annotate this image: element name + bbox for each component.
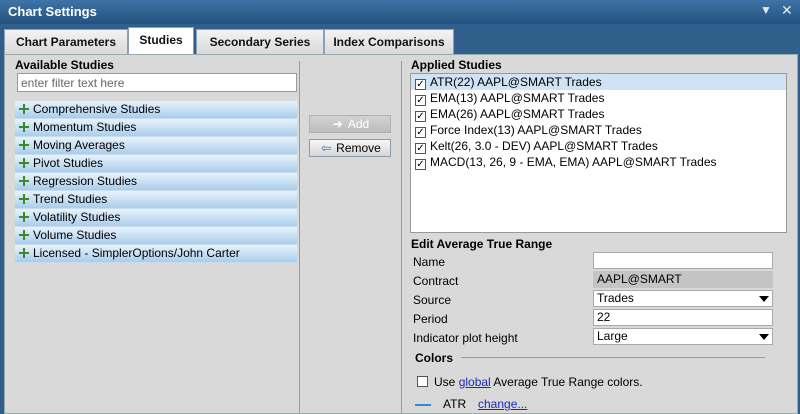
tab-strip: Chart Parameters Studies Secondary Serie… — [0, 24, 800, 54]
available-studies-list: Comprehensive Studies Momentum Studies M… — [15, 101, 297, 263]
remove-button-label: Remove — [336, 141, 381, 155]
applied-item-label: EMA(26) AAPL@SMART Trades — [430, 107, 605, 121]
list-item-moving-averages[interactable]: Moving Averages — [15, 137, 297, 155]
checkbox[interactable]: ✓ — [415, 111, 426, 122]
window-title: Chart Settings — [8, 4, 97, 19]
chevron-down-icon[interactable] — [759, 296, 769, 302]
arrow-left-icon: ⇦ — [321, 141, 332, 155]
expand-plus-icon[interactable] — [19, 122, 29, 132]
source-select[interactable]: Trades — [593, 290, 773, 307]
contract-label: Contract — [413, 274, 459, 288]
chevron-down-icon[interactable]: ▼ — [760, 3, 772, 17]
use-global-suffix: Average True Range colors. — [490, 375, 643, 389]
atr-series-label: ATR — [443, 397, 467, 411]
available-studies-title: Available Studies — [15, 58, 114, 72]
contract-field: AAPL@SMART — [593, 271, 773, 288]
applied-item-label: MACD(13, 26, 9 - EMA, EMA) AAPL@SMART Tr… — [430, 155, 717, 169]
period-field[interactable]: 22 — [593, 309, 773, 326]
expand-plus-icon[interactable] — [19, 212, 29, 222]
applied-item-label: Force Index(13) AAPL@SMART Trades — [430, 123, 642, 137]
list-item-label: Volume Studies — [33, 228, 117, 242]
applied-item[interactable]: ✓ Force Index(13) AAPL@SMART Trades — [411, 122, 786, 138]
tab-studies[interactable]: Studies — [128, 27, 194, 54]
close-icon[interactable]: ✕ — [781, 2, 793, 19]
list-item-label: Comprehensive Studies — [33, 102, 161, 116]
use-global-colors-row: Use global Average True Range colors. — [417, 375, 643, 389]
remove-button[interactable]: ⇦ Remove — [309, 139, 391, 157]
edit-section-title: Edit Average True Range — [411, 237, 553, 251]
divider — [401, 61, 402, 413]
add-button[interactable]: ➜ Add — [309, 115, 391, 133]
applied-item[interactable]: ✓ MACD(13, 26, 9 - EMA, EMA) AAPL@SMART T… — [411, 154, 786, 170]
list-item-label: Pivot Studies — [33, 156, 104, 170]
expand-plus-icon[interactable] — [19, 248, 29, 258]
checkbox[interactable]: ✓ — [415, 143, 426, 154]
tab-index-comparisons[interactable]: Index Comparisons — [324, 29, 454, 54]
checkbox[interactable]: ✓ — [415, 95, 426, 106]
chevron-down-icon[interactable] — [759, 334, 769, 340]
plot-height-select[interactable]: Large — [593, 328, 773, 345]
list-item-label: Momentum Studies — [33, 120, 137, 134]
list-item-trend-studies[interactable]: Trend Studies — [15, 191, 297, 209]
change-color-link[interactable]: change... — [478, 397, 527, 411]
applied-item-label: ATR(22) AAPL@SMART Trades — [430, 75, 602, 89]
expand-plus-icon[interactable] — [19, 176, 29, 186]
source-label: Source — [413, 293, 452, 307]
divider — [299, 61, 300, 413]
name-label: Name — [413, 255, 446, 269]
name-field[interactable] — [593, 252, 773, 269]
title-bar: Chart Settings ▼ ✕ — [0, 0, 800, 24]
list-item-label: Regression Studies — [33, 174, 138, 188]
use-global-checkbox[interactable] — [417, 376, 428, 387]
plot-height-value: Large — [597, 329, 628, 343]
list-item-volume-studies[interactable]: Volume Studies — [15, 227, 297, 245]
list-item-label: Licensed - SimplerOptions/John Carter — [33, 246, 240, 260]
filter-input[interactable] — [17, 73, 297, 92]
list-item-volatility-studies[interactable]: Volatility Studies — [15, 209, 297, 227]
expand-plus-icon[interactable] — [19, 230, 29, 240]
list-item-label: Moving Averages — [33, 138, 125, 152]
applied-studies-list: ✓ ATR(22) AAPL@SMART Trades ✓ EMA(13) AAPL… — [410, 73, 787, 233]
expand-plus-icon[interactable] — [19, 140, 29, 150]
list-item-comprehensive-studies[interactable]: Comprehensive Studies — [15, 101, 297, 119]
tab-secondary-series[interactable]: Secondary Series — [196, 29, 324, 54]
checkbox[interactable]: ✓ — [415, 79, 426, 90]
applied-item[interactable]: ✓ Kelt(26, 3.0 - DEV) AAPL@SMART Trades — [411, 138, 786, 154]
list-item-pivot-studies[interactable]: Pivot Studies — [15, 155, 297, 173]
checkbox[interactable]: ✓ — [415, 159, 426, 170]
plot-height-label: Indicator plot height — [413, 331, 518, 345]
expand-plus-icon[interactable] — [19, 194, 29, 204]
colors-title: Colors — [415, 351, 454, 365]
tab-chart-parameters[interactable]: Chart Parameters — [4, 29, 128, 54]
expand-plus-icon[interactable] — [19, 104, 29, 114]
applied-item[interactable]: ✓ EMA(26) AAPL@SMART Trades — [411, 106, 786, 122]
applied-item[interactable]: ✓ ATR(22) AAPL@SMART Trades — [411, 74, 786, 90]
expand-plus-icon[interactable] — [19, 158, 29, 168]
list-item-label: Volatility Studies — [33, 210, 121, 224]
applied-item-label: Kelt(26, 3.0 - DEV) AAPL@SMART Trades — [430, 139, 658, 153]
colors-divider — [461, 357, 765, 358]
applied-item[interactable]: ✓ EMA(13) AAPL@SMART Trades — [411, 90, 786, 106]
list-item-label: Trend Studies — [33, 192, 108, 206]
checkbox[interactable]: ✓ — [415, 127, 426, 138]
applied-item-label: EMA(13) AAPL@SMART Trades — [430, 91, 605, 105]
applied-studies-title: Applied Studies — [411, 58, 502, 72]
use-global-prefix: Use — [434, 375, 459, 389]
list-item-licensed[interactable]: Licensed - SimplerOptions/John Carter — [15, 245, 297, 263]
studies-panel: Available Studies Comprehensive Studies … — [4, 54, 798, 414]
add-button-label: Add — [347, 117, 370, 131]
period-label: Period — [413, 312, 448, 326]
source-value: Trades — [597, 291, 634, 305]
list-item-momentum-studies[interactable]: Momentum Studies — [15, 119, 297, 137]
arrow-right-icon: ➜ — [332, 117, 343, 131]
global-colors-link[interactable]: global — [459, 375, 491, 389]
list-item-regression-studies[interactable]: Regression Studies — [15, 173, 297, 191]
atr-color-swatch — [415, 404, 431, 406]
